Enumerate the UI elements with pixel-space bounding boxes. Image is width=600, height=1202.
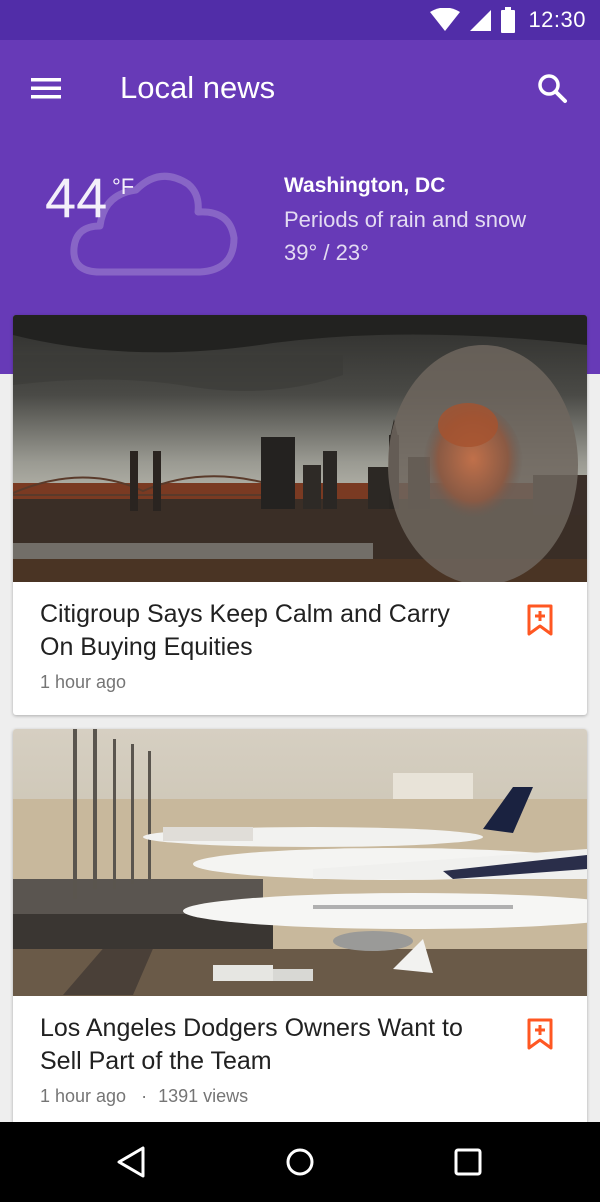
article-meta: 1 hour ago · 1391 views: [40, 1086, 248, 1107]
search-button[interactable]: [532, 68, 572, 108]
meta-separator: ·: [141, 1086, 148, 1106]
menu-button[interactable]: [26, 68, 66, 108]
city-skyline-bridge-photo: [13, 315, 587, 582]
article-title[interactable]: Citigroup Says Keep Calm and Carry On Bu…: [40, 598, 490, 664]
news-card[interactable]: Los Angeles Dodgers Owners Want to Sell …: [13, 729, 587, 1129]
bookmark-button[interactable]: [525, 1017, 555, 1051]
app-bar: Local news: [0, 40, 600, 136]
back-icon: [117, 1146, 145, 1178]
bookmark-add-icon: [527, 1018, 553, 1050]
news-card[interactable]: Citigroup Says Keep Calm and Carry On Bu…: [13, 315, 587, 715]
search-icon: [538, 74, 567, 103]
battery-icon: [501, 7, 516, 33]
weather-location: Washington, DC: [284, 174, 446, 197]
temperature-range: 39° / 23°: [284, 240, 369, 265]
home-button[interactable]: [278, 1140, 322, 1184]
temperature: 44: [45, 166, 108, 229]
cellular-signal-icon: [470, 10, 492, 31]
article-time: 1 hour ago: [40, 1086, 127, 1106]
bookmark-add-icon: [527, 604, 553, 636]
page-title: Local news: [120, 70, 276, 105]
weather-condition: Periods of rain and snow: [284, 207, 527, 232]
bookmark-button[interactable]: [525, 603, 555, 637]
wifi-icon: [430, 8, 461, 31]
article-title[interactable]: Los Angeles Dodgers Owners Want to Sell …: [40, 1012, 490, 1078]
home-icon: [286, 1148, 314, 1176]
status-bar: 12:30: [0, 0, 600, 40]
status-time: 12:30: [528, 7, 586, 32]
article-views: 1391 views: [158, 1086, 249, 1106]
recents-icon: [454, 1148, 482, 1176]
back-button[interactable]: [110, 1140, 154, 1184]
menu-icon: [31, 78, 61, 99]
status-icons: 12:30: [430, 6, 586, 34]
temperature-unit: °F: [112, 174, 135, 199]
airport-airplanes-photo: [13, 729, 587, 996]
recents-button[interactable]: [446, 1140, 490, 1184]
navigation-bar: [0, 1122, 600, 1202]
article-time: 1 hour ago: [40, 672, 127, 692]
article-meta: 1 hour ago: [40, 672, 126, 693]
